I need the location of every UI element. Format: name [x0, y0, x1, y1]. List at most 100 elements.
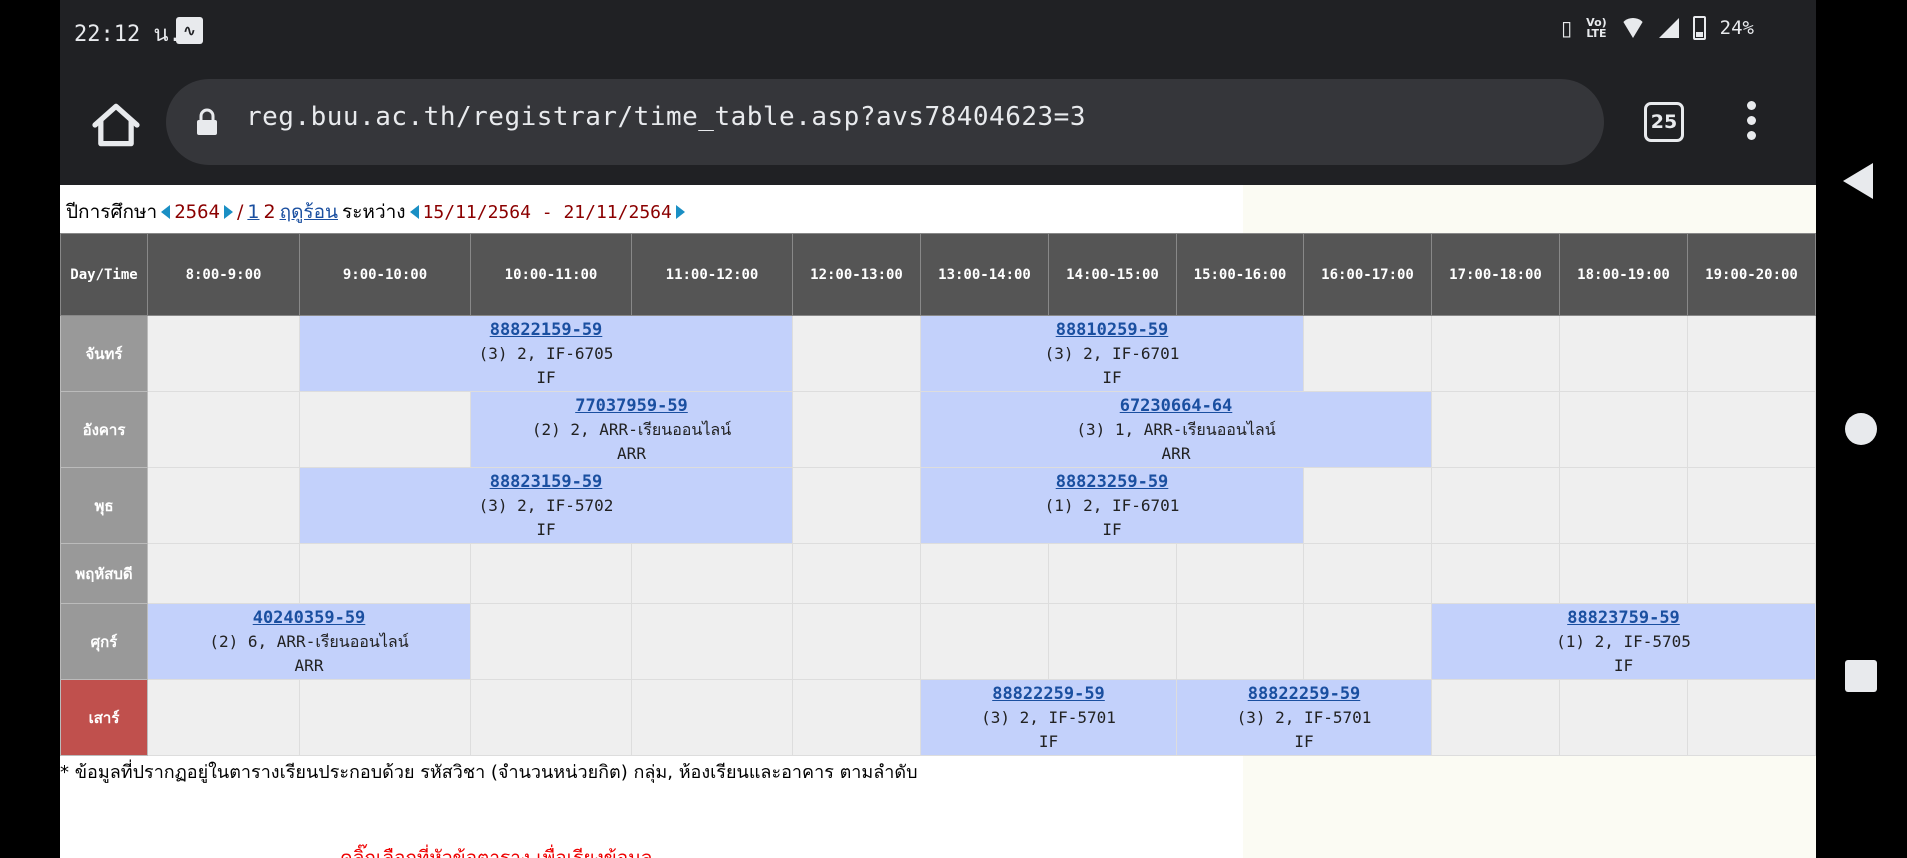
- time-slot-header[interactable]: 10:00-11:00: [470, 233, 632, 316]
- course-info: (3) 2, IF-5702: [478, 495, 614, 515]
- empty-slot: [631, 603, 793, 680]
- recent-apps-icon[interactable]: [1845, 660, 1877, 692]
- time-slot-header[interactable]: 12:00-13:00: [792, 233, 921, 316]
- empty-slot: [1687, 543, 1816, 604]
- android-nav-bar: [1816, 0, 1907, 858]
- course-code-link[interactable]: 67230664-64: [921, 394, 1431, 418]
- course-building: IF: [1102, 519, 1122, 539]
- empty-slot: [1559, 543, 1688, 604]
- empty-slot: [147, 679, 300, 756]
- time-slot-header[interactable]: 13:00-14:00: [920, 233, 1049, 316]
- system-icons: ▯ Vo) LTE 24%: [1561, 16, 1754, 40]
- course-code-link[interactable]: 40240359-59: [148, 606, 470, 630]
- course-code-link[interactable]: 88822159-59: [300, 318, 792, 342]
- day-row-thursday: พฤหัสบดี: [60, 543, 1816, 604]
- course-code-link[interactable]: 88823159-59: [300, 470, 792, 494]
- semester-1-link[interactable]: 1: [247, 201, 259, 223]
- course-block: 88823259-59 (1) 2, IF-6701 IF: [920, 467, 1304, 544]
- home-icon[interactable]: [88, 97, 144, 153]
- empty-slot: [1303, 467, 1432, 544]
- empty-slot: [147, 391, 300, 468]
- time-slot-header[interactable]: 11:00-12:00: [631, 233, 793, 316]
- vibrate-icon: ▯: [1561, 16, 1573, 40]
- date-range: 15/11/2564 - 21/11/2564: [422, 201, 672, 223]
- empty-slot: [792, 679, 921, 756]
- url-text[interactable]: reg.buu.ac.th/registrar/time_table.asp?a…: [246, 102, 1086, 132]
- web-page: ปีการศึกษา 2564 / 1 2 ฤดูร้อน ระหว่าง 15…: [60, 185, 1816, 858]
- next-year-arrow-icon[interactable]: [223, 205, 233, 219]
- time-slot-header[interactable]: 17:00-18:00: [1431, 233, 1560, 316]
- more-menu-icon[interactable]: [1744, 101, 1758, 145]
- sort-hint: คลิ๊กเลือกที่หัวข้อตาราง เพื่อเรียงข้อมู…: [340, 847, 653, 858]
- tab-switcher-button[interactable]: 25: [1644, 102, 1684, 142]
- course-building: IF: [1102, 367, 1122, 387]
- back-icon[interactable]: [1843, 163, 1873, 199]
- course-code-link[interactable]: 88823759-59: [1432, 606, 1815, 630]
- status-bar: 22:12 น. ∿ ▯ Vo) LTE 24%: [60, 0, 1816, 63]
- course-code-link[interactable]: 88822259-59: [1177, 682, 1431, 706]
- timetable-footnote: * ข้อมูลที่ปรากฏอยู่ในตารางเรียนประกอบด้…: [60, 762, 918, 783]
- course-info: (1) 2, IF-5705: [1556, 631, 1691, 651]
- course-code-link[interactable]: 88823259-59: [921, 470, 1303, 494]
- empty-slot: [1431, 391, 1560, 468]
- time-slot-header[interactable]: 8:00-9:00: [147, 233, 300, 316]
- course-building: IF: [1613, 655, 1634, 675]
- course-info: (1) 2, IF-6701: [1044, 495, 1180, 515]
- course-block: 88810259-59 (3) 2, IF-6701 IF: [920, 315, 1304, 392]
- course-info: (3) 1, ARR-เรียนออนไลน์: [1076, 419, 1276, 439]
- prev-year-arrow-icon[interactable]: [161, 205, 171, 219]
- clock: 22:12 น.: [74, 22, 182, 47]
- empty-slot: [920, 543, 1049, 604]
- empty-slot: [1431, 467, 1560, 544]
- clipped-header-text: [60, 185, 1060, 193]
- separator: /: [236, 201, 244, 223]
- empty-slot: [1431, 679, 1560, 756]
- time-slot-header[interactable]: 16:00-17:00: [1303, 233, 1432, 316]
- empty-slot: [1431, 543, 1560, 604]
- empty-slot: [147, 315, 300, 392]
- day-row-saturday: เสาร์ 88822259-59 (3) 2, IF-5701 IF 8882…: [60, 679, 1816, 756]
- volte-icon: Vo) LTE: [1586, 16, 1607, 40]
- empty-slot: [1048, 543, 1177, 604]
- day-label: จันทร์: [60, 315, 148, 392]
- course-code-link[interactable]: 88822259-59: [921, 682, 1176, 706]
- empty-slot: [1303, 315, 1432, 392]
- course-code-link[interactable]: 77037959-59: [471, 394, 792, 418]
- time-slot-header[interactable]: 18:00-19:00: [1559, 233, 1688, 316]
- home-circle-icon[interactable]: [1845, 413, 1877, 445]
- empty-slot: [299, 391, 471, 468]
- empty-slot: [1431, 315, 1560, 392]
- time-slot-header[interactable]: 19:00-20:00: [1687, 233, 1816, 316]
- course-block: 40240359-59 (2) 6, ARR-เรียนออนไลน์ ARR: [147, 603, 471, 680]
- empty-slot: [792, 603, 921, 680]
- day-row-tuesday: อังคาร 77037959-59 (2) 2, ARR-เรียนออนไล…: [60, 391, 1816, 468]
- empty-slot: [1303, 603, 1432, 680]
- summer-semester-link[interactable]: ฤดูร้อน: [280, 197, 338, 227]
- day-label: พฤหัสบดี: [60, 543, 148, 604]
- time-slot-header[interactable]: 9:00-10:00: [299, 233, 471, 316]
- prev-week-arrow-icon[interactable]: [409, 205, 419, 219]
- course-code-link[interactable]: 88810259-59: [921, 318, 1303, 342]
- time-slot-header[interactable]: 14:00-15:00: [1048, 233, 1177, 316]
- semester-2-label: 2: [263, 201, 276, 223]
- course-info: (3) 2, IF-5701: [981, 707, 1116, 727]
- time-slot-header[interactable]: 15:00-16:00: [1176, 233, 1304, 316]
- next-week-arrow-icon[interactable]: [675, 205, 685, 219]
- empty-slot: [299, 679, 471, 756]
- empty-slot: [792, 467, 921, 544]
- course-building: IF: [1294, 731, 1314, 751]
- day-label-current: เสาร์: [60, 679, 148, 756]
- empty-slot: [470, 543, 632, 604]
- address-bar[interactable]: reg.buu.ac.th/registrar/time_table.asp?a…: [166, 79, 1604, 165]
- battery-percent: 24%: [1719, 17, 1754, 39]
- course-building: IF: [1038, 731, 1059, 751]
- between-label: ระหว่าง: [342, 201, 406, 223]
- empty-slot: [1176, 603, 1304, 680]
- empty-slot: [1559, 315, 1688, 392]
- day-time-header[interactable]: Day/Time: [60, 233, 148, 316]
- day-label: อังคาร: [60, 391, 148, 468]
- empty-slot: [470, 679, 632, 756]
- battery-icon: [1692, 16, 1706, 40]
- timetable-header-row: Day/Time 8:00-9:00 9:00-10:00 10:00-11:0…: [60, 233, 1816, 316]
- course-block: 77037959-59 (2) 2, ARR-เรียนออนไลน์ ARR: [470, 391, 793, 468]
